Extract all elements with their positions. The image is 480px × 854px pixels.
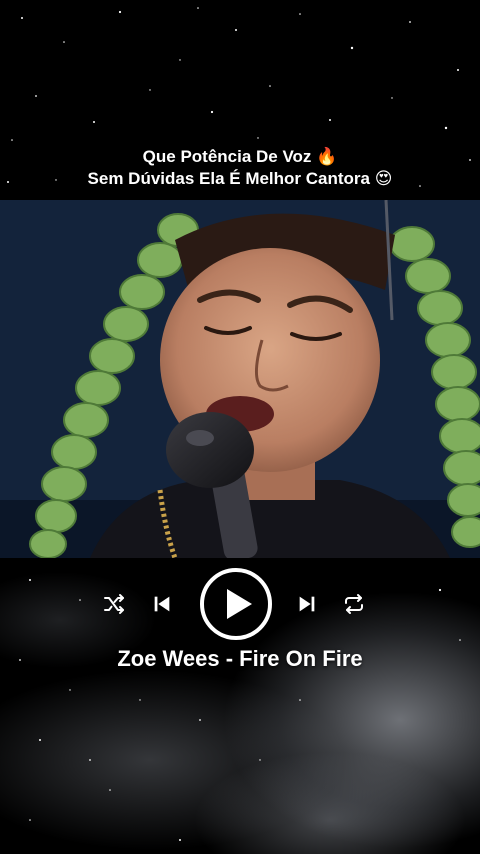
skip-next-icon: [299, 596, 315, 612]
previous-track-button[interactable]: [148, 590, 176, 618]
skip-previous-icon: [154, 596, 170, 612]
next-track-button[interactable]: [293, 590, 321, 618]
play-icon: [200, 568, 272, 640]
video-frame[interactable]: [0, 200, 480, 558]
video-caption: Que Potência De Voz 🔥 Sem Dúvidas Ela É …: [0, 146, 480, 190]
caption-line-1: Que Potência De Voz 🔥: [142, 147, 338, 166]
caption-line-2: Sem Dúvidas Ela É Melhor Cantora 😍: [87, 169, 393, 188]
shuffle-icon: [104, 594, 124, 614]
music-player-controls: [0, 566, 480, 642]
play-button[interactable]: [198, 566, 274, 642]
repeat-button[interactable]: [340, 590, 368, 618]
singer-illustration: [0, 200, 480, 558]
song-title: Zoe Wees - Fire On Fire: [117, 646, 363, 671]
repeat-icon: [345, 594, 363, 614]
shuffle-button[interactable]: [100, 590, 128, 618]
